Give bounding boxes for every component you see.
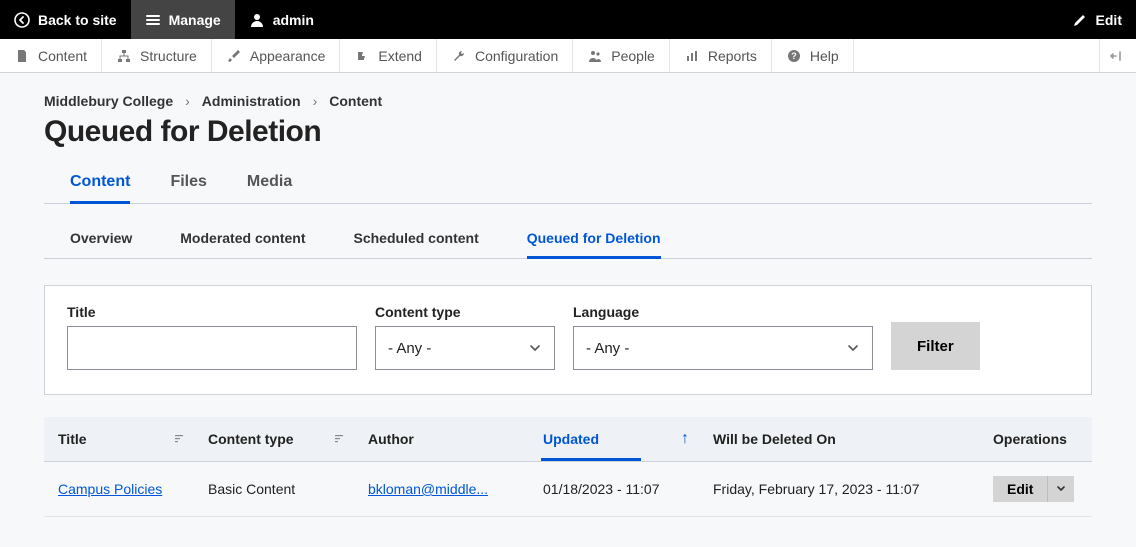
filter-content-type-field: Content type - Any -	[375, 304, 555, 370]
toolbar-reports[interactable]: Reports	[670, 39, 772, 72]
user-icon	[249, 12, 265, 28]
wrench-icon	[451, 48, 467, 64]
filter-language-label: Language	[573, 304, 873, 320]
col-deleted-on[interactable]: Will be Deleted On	[699, 417, 979, 462]
puzzle-icon	[354, 48, 370, 64]
filter-language-field: Language - Any -	[573, 304, 873, 370]
row-deleted-on: Friday, February 17, 2023 - 11:07	[699, 462, 979, 517]
manage-button[interactable]: Manage	[131, 0, 235, 39]
tree-icon	[116, 48, 132, 64]
row-content-type: Basic Content	[194, 462, 354, 517]
edit-label: Edit	[1096, 12, 1122, 28]
content-table: Title Content type Author Updated ↑ Will…	[44, 417, 1092, 517]
back-to-site-label: Back to site	[38, 12, 117, 28]
toolbar-orientation-toggle[interactable]	[1099, 39, 1136, 72]
filter-content-type-select[interactable]: - Any -	[375, 326, 555, 370]
toolbar-content[interactable]: Content	[0, 39, 102, 72]
sort-icon	[174, 434, 184, 444]
subtab-queued[interactable]: Queued for Deletion	[527, 220, 661, 259]
filter-title-input[interactable]	[67, 326, 357, 370]
bar-chart-icon	[684, 48, 700, 64]
row-operations: Edit	[993, 476, 1074, 502]
subtab-scheduled[interactable]: Scheduled content	[354, 220, 479, 258]
file-icon	[14, 48, 30, 64]
row-operations-dropdown[interactable]	[1047, 476, 1074, 502]
col-updated[interactable]: Updated ↑	[529, 417, 699, 462]
filter-title-label: Title	[67, 304, 357, 320]
filter-content-type-label: Content type	[375, 304, 555, 320]
breadcrumb: Middlebury College › Administration › Co…	[44, 93, 1092, 109]
chevron-down-icon	[528, 341, 542, 355]
subtab-overview[interactable]: Overview	[70, 220, 132, 258]
toolbar-extend[interactable]: Extend	[340, 39, 437, 72]
people-icon	[587, 48, 603, 64]
user-menu-button[interactable]: admin	[235, 0, 328, 39]
filter-language-select[interactable]: - Any -	[573, 326, 873, 370]
toolbar-structure[interactable]: Structure	[102, 39, 212, 72]
sort-icon	[334, 434, 344, 444]
col-author[interactable]: Author	[354, 417, 529, 462]
toolbar-people[interactable]: People	[573, 39, 670, 72]
chevron-right-icon: ›	[185, 93, 190, 109]
back-arrow-icon	[14, 12, 30, 28]
chevron-down-icon	[1056, 484, 1066, 494]
edit-button[interactable]: Edit	[1058, 0, 1136, 39]
admin-toolbar: Content Structure Appearance Extend Conf…	[0, 39, 1136, 73]
row-author-link[interactable]: bkloman@middle...	[368, 481, 488, 497]
table-row: Campus Policies Basic Content bkloman@mi…	[44, 462, 1092, 517]
col-operations: Operations	[979, 417, 1092, 462]
toolbar-help[interactable]: ? Help	[772, 39, 854, 72]
primary-tabs: Content Files Media	[44, 167, 1092, 204]
subtab-moderated[interactable]: Moderated content	[180, 220, 305, 258]
filter-panel: Title Content type - Any - Language - An…	[44, 285, 1092, 395]
toolbar-appearance[interactable]: Appearance	[212, 39, 341, 72]
chevron-right-icon: ›	[313, 93, 318, 109]
sort-asc-icon: ↑	[681, 430, 689, 448]
page-content-area: Middlebury College › Administration › Co…	[0, 73, 1136, 547]
breadcrumb-item[interactable]: Content	[329, 93, 382, 109]
breadcrumb-item[interactable]: Administration	[202, 93, 301, 109]
tab-files[interactable]: Files	[170, 167, 206, 203]
collapse-icon	[1110, 50, 1126, 62]
tab-media[interactable]: Media	[247, 167, 292, 203]
manage-label: Manage	[169, 12, 221, 28]
row-updated: 01/18/2023 - 11:07	[529, 462, 699, 517]
filter-submit-button[interactable]: Filter	[891, 322, 980, 370]
svg-text:?: ?	[791, 51, 797, 61]
brush-icon	[226, 48, 242, 64]
chevron-down-icon	[846, 341, 860, 355]
toolbar-configuration[interactable]: Configuration	[437, 39, 573, 72]
filter-title-field: Title	[67, 304, 357, 370]
help-icon: ?	[786, 48, 802, 64]
row-title-link[interactable]: Campus Policies	[58, 481, 162, 497]
row-edit-button[interactable]: Edit	[993, 476, 1047, 502]
secondary-tabs: Overview Moderated content Scheduled con…	[44, 220, 1092, 259]
back-to-site-button[interactable]: Back to site	[0, 0, 131, 39]
breadcrumb-item[interactable]: Middlebury College	[44, 93, 173, 109]
col-content-type[interactable]: Content type	[194, 417, 354, 462]
hamburger-icon	[145, 12, 161, 28]
pencil-icon	[1072, 12, 1088, 28]
admin-topbar: Back to site Manage admin Edit	[0, 0, 1136, 39]
page-title: Queued for Deletion	[44, 115, 1092, 149]
user-label: admin	[273, 12, 314, 28]
col-title[interactable]: Title	[44, 417, 194, 462]
tab-content[interactable]: Content	[70, 167, 130, 204]
